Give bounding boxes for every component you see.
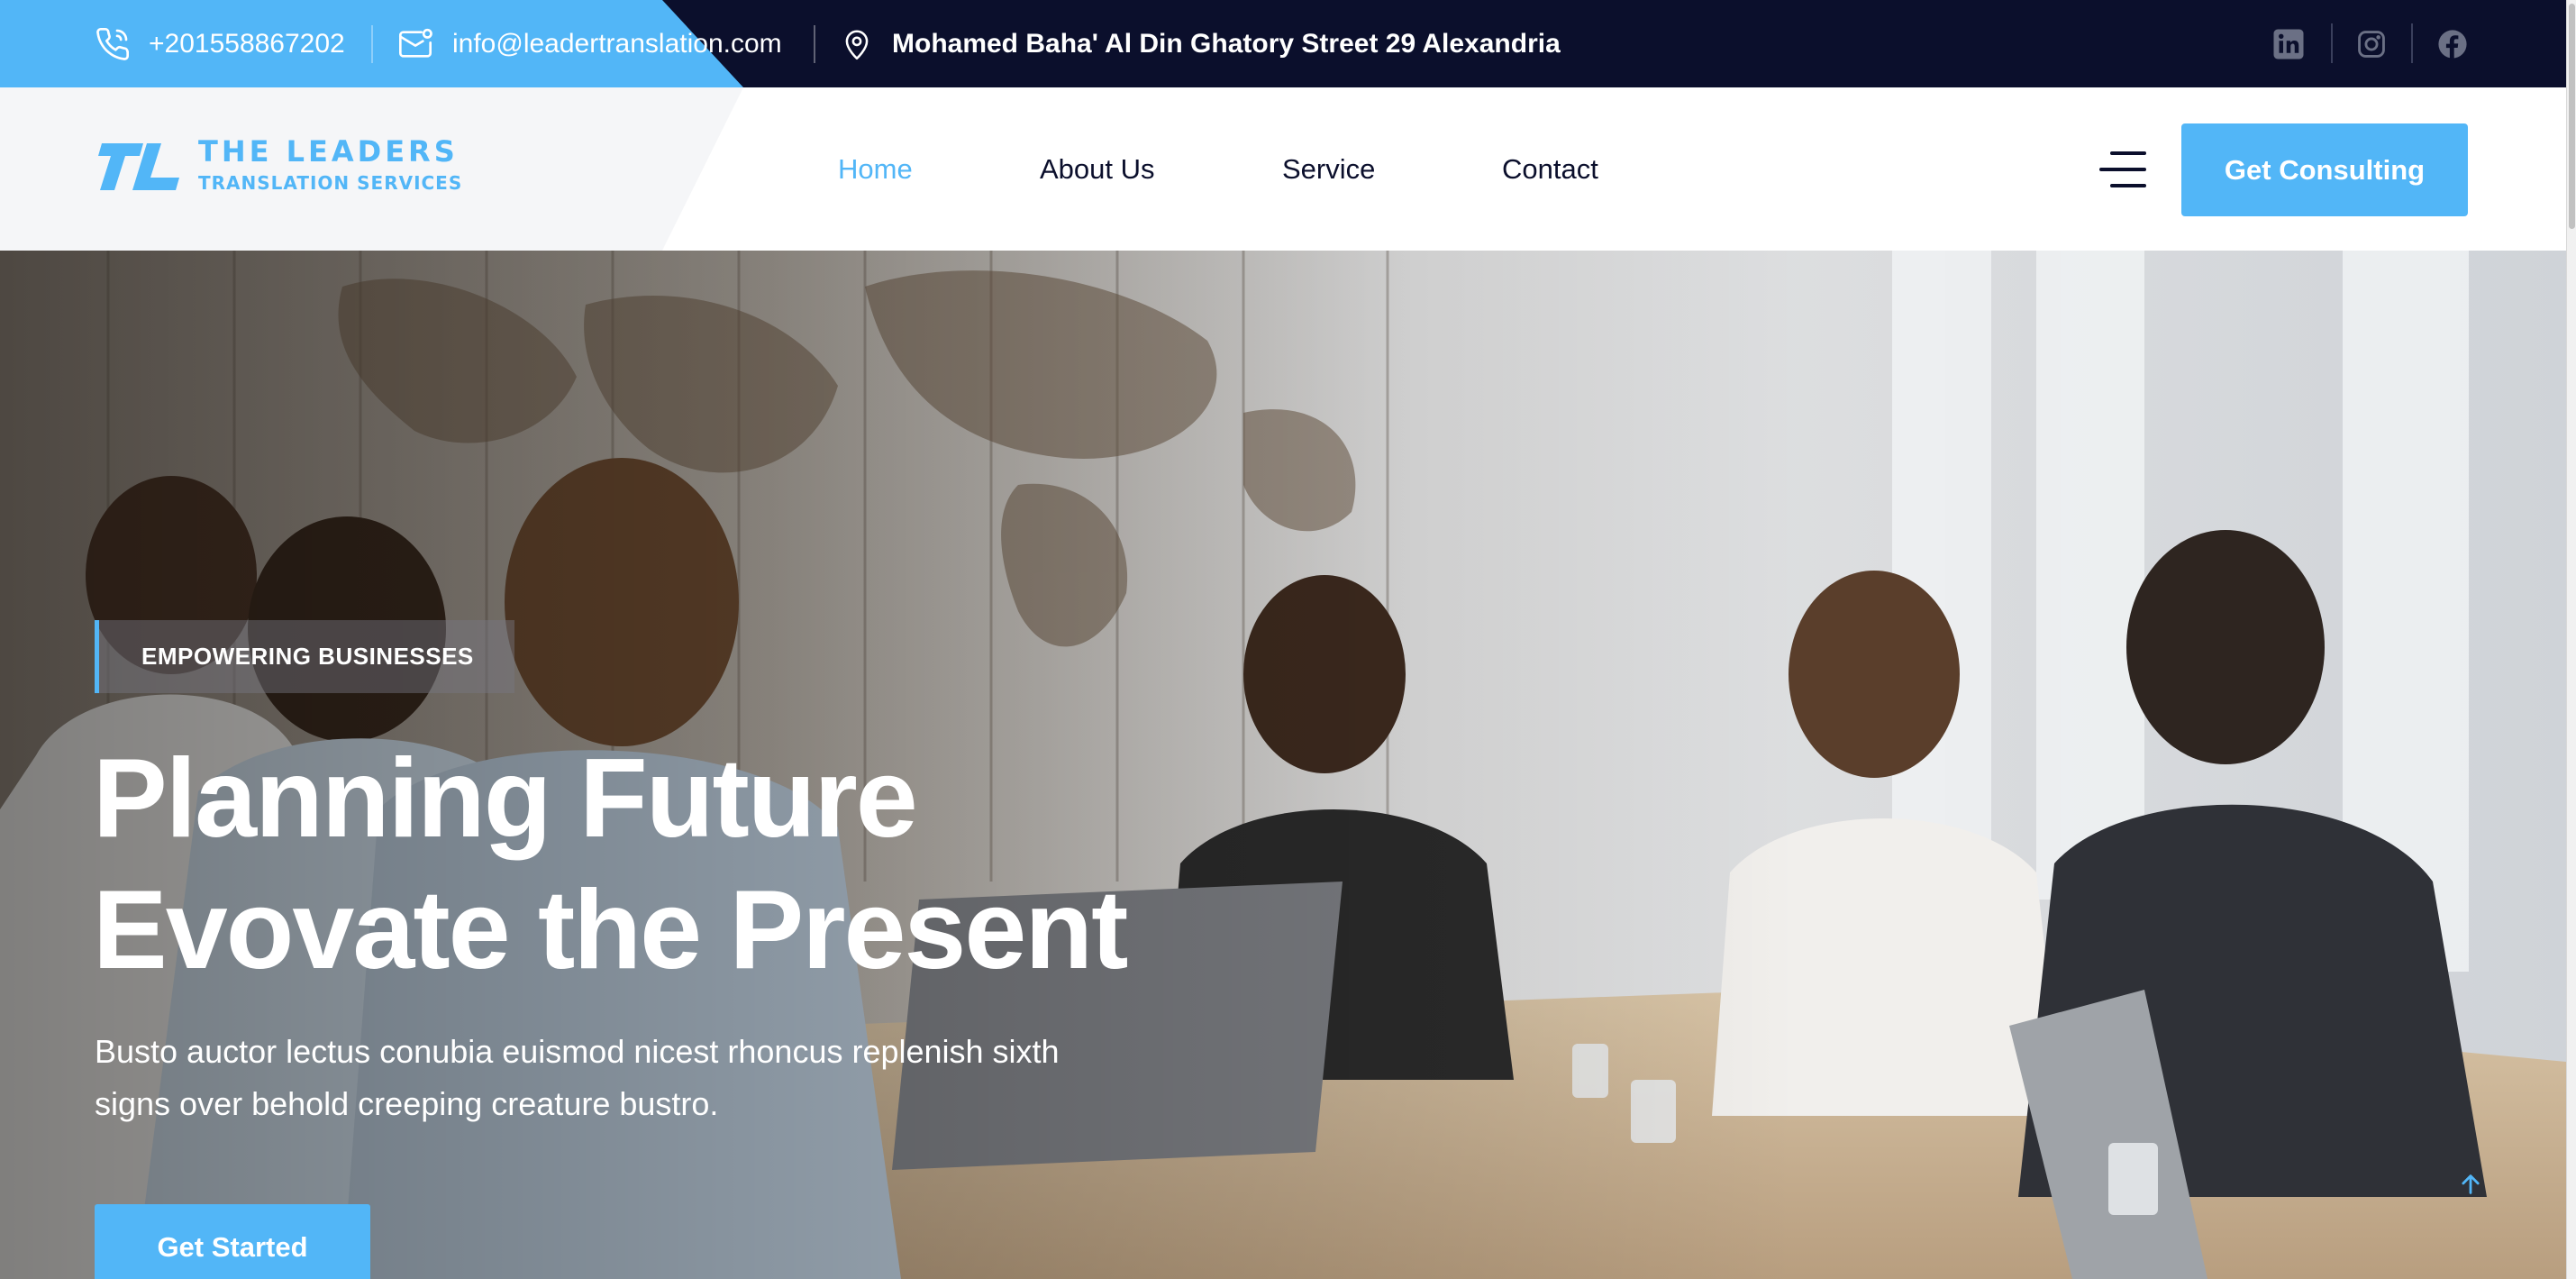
top-bar-divider xyxy=(371,25,373,63)
hero-title: Planning Future Evovate the Present xyxy=(93,733,1128,996)
site-logo[interactable]: THE LEADERS TRANSLATION SERVICES xyxy=(95,134,461,206)
hero-badge: EMPOWERING BUSINESSES xyxy=(95,620,514,693)
mail-icon xyxy=(399,28,432,58)
social-divider xyxy=(2411,23,2413,63)
top-bar-divider xyxy=(814,25,815,63)
email-address: info@leadertranslation.com xyxy=(452,28,782,59)
hero-description-line-2: signs over behold creeping creature bust… xyxy=(95,1085,719,1122)
site-header: THE LEADERS TRANSLATION SERVICES Home Ab… xyxy=(0,87,2566,251)
instagram-link[interactable] xyxy=(2349,22,2394,67)
nav-service[interactable]: Service xyxy=(1282,87,1375,251)
linkedin-link[interactable] xyxy=(2266,22,2311,67)
facebook-icon xyxy=(2438,30,2467,59)
top-info-bar: +201558867202 info@leadertranslation.com… xyxy=(0,0,2566,87)
nav-home[interactable]: Home xyxy=(838,87,913,251)
nav-about-us[interactable]: About Us xyxy=(1040,87,1155,251)
logo-name: THE LEADERS xyxy=(198,134,459,169)
hero-description: Busto auctor lectus conubia euismod nice… xyxy=(95,1026,1176,1130)
hero-title-line-2: Evovate the Present xyxy=(93,868,1128,992)
linkedin-icon xyxy=(2273,29,2304,59)
arrow-up-icon xyxy=(2462,1174,2480,1194)
hero-title-line-1: Planning Future xyxy=(93,736,918,861)
hero-description-line-1: Busto auctor lectus conubia euismod nice… xyxy=(95,1033,1060,1070)
social-divider xyxy=(2331,23,2333,63)
logo-tagline: TRANSLATION SERVICES xyxy=(198,172,463,194)
page-scrollbar[interactable] xyxy=(2566,0,2576,1279)
scrollbar-thumb[interactable] xyxy=(2569,4,2575,229)
location-pin-icon xyxy=(845,30,869,59)
logo-mark-icon xyxy=(98,143,179,190)
get-consulting-button[interactable]: Get Consulting xyxy=(2181,123,2468,216)
hero-section: EMPOWERING BUSINESSES Planning Future Ev… xyxy=(0,251,2566,1279)
nav-contact[interactable]: Contact xyxy=(1502,87,1598,251)
address: Mohamed Baha' Al Din Ghatory Street 29 A… xyxy=(840,0,1561,87)
phone-number: +201558867202 xyxy=(149,28,345,59)
facebook-link[interactable] xyxy=(2430,22,2475,67)
phone-link[interactable]: +201558867202 xyxy=(95,0,345,87)
menu-toggle-icon[interactable] xyxy=(2099,151,2146,187)
email-link[interactable]: info@leadertranslation.com xyxy=(396,0,782,87)
back-to-top-button[interactable] xyxy=(2453,1166,2489,1202)
instagram-icon xyxy=(2358,31,2385,58)
phone-icon xyxy=(96,27,130,60)
address-text: Mohamed Baha' Al Din Ghatory Street 29 A… xyxy=(892,28,1561,59)
get-started-button[interactable]: Get Started xyxy=(95,1204,370,1279)
